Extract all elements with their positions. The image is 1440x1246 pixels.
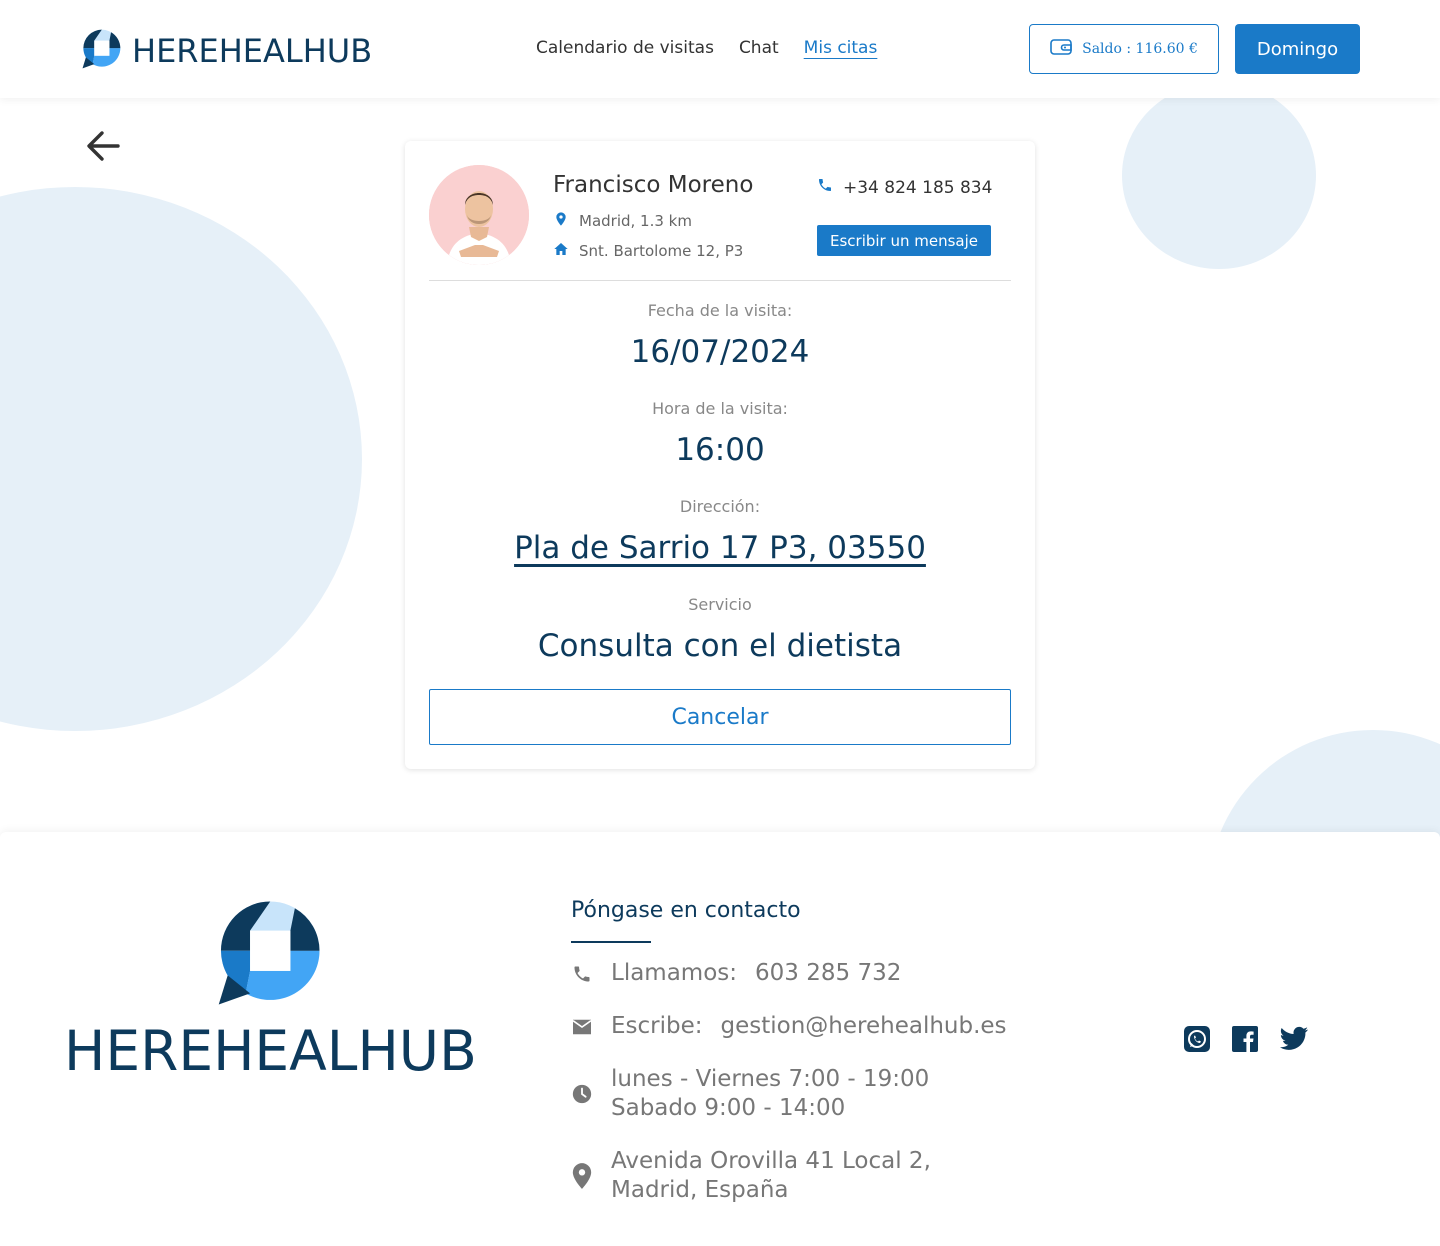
visit-time: 16:00 xyxy=(675,432,765,468)
contact-hours: lunes - Viernes 7:00 - 19:00 Sabado 9:00… xyxy=(571,1065,929,1123)
visit-date: 16/07/2024 xyxy=(630,334,810,370)
home-icon xyxy=(553,241,569,261)
user-menu-button[interactable]: Domingo xyxy=(1235,24,1360,74)
nav-chat[interactable]: Chat xyxy=(739,38,779,58)
nav-calendario[interactable]: Calendario de visitas xyxy=(536,38,714,58)
visit-address-link[interactable]: Pla de Sarrio 17 P3, 03550 xyxy=(514,530,926,566)
twitter-icon[interactable] xyxy=(1279,1025,1309,1057)
header: HEREHEALHUB Calendario de visitas Chat M… xyxy=(0,0,1440,98)
location-pin-icon xyxy=(553,211,569,231)
page: HEREHEALHUB Calendario de visitas Chat M… xyxy=(0,0,1440,1246)
main-nav: Calendario de visitas Chat Mis citas xyxy=(536,38,877,58)
logo-icon xyxy=(80,28,122,74)
hours-line-1: lunes - Viernes 7:00 - 19:00 xyxy=(611,1066,930,1092)
address-line-1: Avenida Orovilla 41 Local 2, xyxy=(611,1148,931,1174)
contact-phone-label: Llamamos: xyxy=(611,960,738,986)
address-line-2: Madrid, España xyxy=(611,1177,789,1203)
logo-icon xyxy=(210,897,326,1013)
doctor-phone[interactable]: +34 824 185 834 xyxy=(817,177,992,198)
contact-title: Póngase en contacto xyxy=(571,898,801,923)
phone-icon xyxy=(817,177,833,198)
whatsapp-icon[interactable] xyxy=(1183,1025,1211,1057)
clock-icon xyxy=(571,1083,593,1105)
contact-email-label: Escribe: xyxy=(611,1013,703,1039)
header-logo[interactable]: HEREHEALHUB xyxy=(80,28,372,74)
hours-line-2: Sabado 9:00 - 14:00 xyxy=(611,1095,846,1121)
doctor-address: Snt. Bartolome 12, P3 xyxy=(553,241,743,261)
visit-address-label: Dirección: xyxy=(679,497,761,516)
visit-date-label: Fecha de la visita: xyxy=(647,301,793,320)
back-arrow-icon[interactable] xyxy=(84,126,124,166)
contact-phone[interactable]: Llamamos: 603 285 732 xyxy=(571,959,901,988)
visit-time-label: Hora de la visita: xyxy=(652,399,788,418)
visit-address[interactable]: Pla de Sarrio 17 P3, 03550 xyxy=(405,530,1035,566)
doctor-avatar xyxy=(429,165,529,265)
background-circle xyxy=(1122,82,1316,269)
footer: HEREHEALHUB Póngase en contacto Llamamos… xyxy=(0,832,1440,1246)
visit-service-label: Servicio xyxy=(688,595,752,614)
nav-mis-citas[interactable]: Mis citas xyxy=(804,38,878,58)
write-message-button[interactable]: Escribir un mensaje xyxy=(817,225,991,256)
cancel-button[interactable]: Cancelar xyxy=(429,689,1011,745)
visit-service: Consulta con el dietista xyxy=(537,628,903,664)
contact-address: Avenida Orovilla 41 Local 2, Madrid, Esp… xyxy=(571,1147,931,1205)
wallet-icon xyxy=(1050,38,1072,60)
contact-email[interactable]: Escribe: gestion@herehealhub.es xyxy=(571,1012,1007,1041)
contact-title-underline xyxy=(571,941,651,943)
footer-logo-text: HEREHEALHUB xyxy=(64,1019,477,1083)
location-pin-icon xyxy=(571,1162,593,1190)
background-circle xyxy=(0,187,362,731)
mail-icon xyxy=(571,1018,593,1036)
doctor-location: Madrid, 1.3 km xyxy=(553,211,692,231)
contact-hours-text: lunes - Viernes 7:00 - 19:00 Sabado 9:00… xyxy=(611,1065,929,1123)
logo-text: HEREHEALHUB xyxy=(132,32,373,70)
doctor-location-text: Madrid, 1.3 km xyxy=(579,212,692,230)
contact-email-value: gestion@herehealhub.es xyxy=(720,1013,1007,1039)
phone-icon xyxy=(571,964,593,984)
contact-phone-value: 603 285 732 xyxy=(755,960,902,986)
doctor-name: Francisco Moreno xyxy=(553,172,754,198)
wallet-button[interactable]: Saldo : 116.60 € xyxy=(1029,24,1219,74)
doctor-phone-text: +34 824 185 834 xyxy=(843,177,993,198)
wallet-balance: Saldo : 116.60 € xyxy=(1082,41,1198,57)
contact-address-text: Avenida Orovilla 41 Local 2, Madrid, Esp… xyxy=(611,1147,931,1205)
doctor-address-text: Snt. Bartolome 12, P3 xyxy=(579,242,744,260)
social-links xyxy=(1183,1025,1309,1057)
facebook-icon[interactable] xyxy=(1231,1025,1259,1057)
appointment-card: Francisco Moreno Madrid, 1.3 km Snt. Bar… xyxy=(405,141,1035,769)
divider xyxy=(429,280,1011,281)
